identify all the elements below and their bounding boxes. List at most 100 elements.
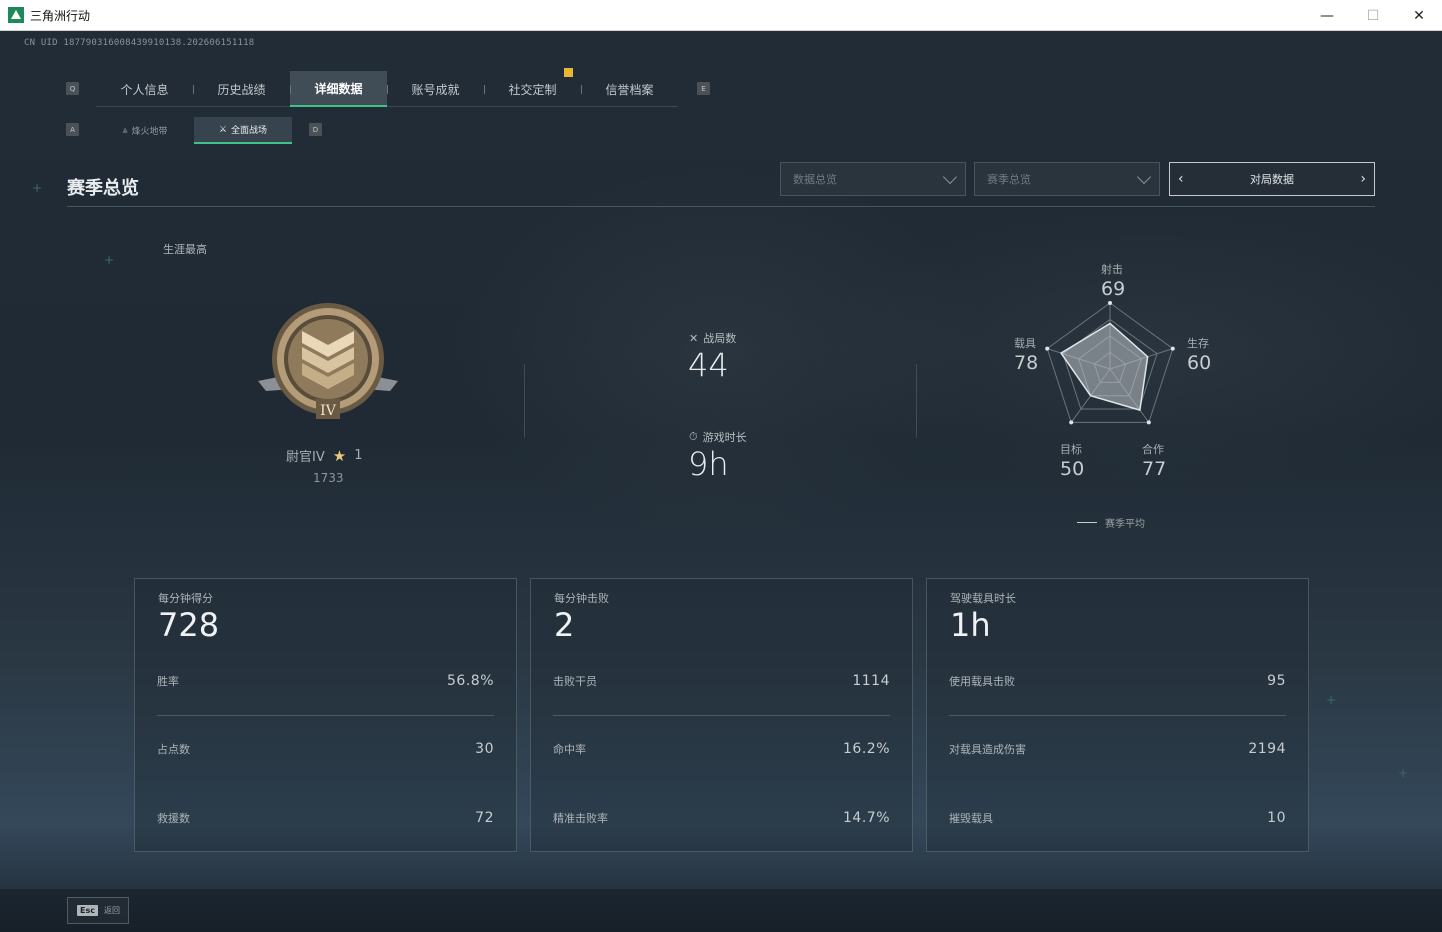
radar-vertex-dot [1045, 346, 1050, 351]
dropdown-value: 赛季总览 [987, 173, 1031, 186]
back-button[interactable]: Esc 返回 [67, 897, 129, 924]
stat-label: 精准击败率 [553, 812, 608, 825]
tab-social-custom-label: 社交定制 [508, 82, 557, 97]
playtime-value: 9h [688, 445, 729, 483]
star-icon: ★ [332, 446, 347, 465]
mode-subtabs: ⩓ 烽火地带 ⚔ 全面战场 [96, 117, 292, 144]
radar-value-cooperation: 77 [1142, 458, 1167, 480]
panel-title: 驾驶载具时长 [950, 592, 1016, 605]
radar-chart [1045, 301, 1175, 425]
minimize-button[interactable]: — [1304, 0, 1350, 31]
radar-label-objective: 目标 [1060, 443, 1082, 456]
tab-credit-record[interactable]: 信誉档案 [581, 71, 678, 107]
stat-value: 56.8% [447, 673, 494, 689]
rank-title: 尉官IV ★ 1 [286, 446, 363, 466]
row-divider [157, 715, 494, 716]
badge-numeral: IV [320, 403, 337, 419]
window-title: 三角洲行动 [30, 8, 91, 23]
close-button[interactable]: ✕ [1396, 0, 1442, 31]
rank-name: 尉官IV [286, 450, 325, 465]
stat-value: 72 [475, 810, 494, 826]
matches-label: 战局数 [703, 332, 737, 345]
stat-label: 击败干员 [553, 675, 597, 688]
decor-plus-icon: + [104, 253, 115, 267]
radar-value-shooting: 69 [1101, 278, 1126, 300]
back-label: 返回 [103, 906, 120, 915]
tab-match-history[interactable]: 历史战绩 [193, 71, 290, 107]
stat-row: 占点数 30 [157, 739, 494, 759]
stat-row: 对载具造成伤害 2194 [949, 739, 1286, 759]
stat-row: 救援数 72 [157, 808, 494, 828]
stat-value: 16.2% [843, 741, 890, 757]
chevron-down-icon [942, 169, 958, 185]
legend-label: 赛季平均 [1105, 519, 1145, 530]
radar-label-survival: 生存 [1187, 337, 1209, 350]
vertical-divider [524, 364, 525, 438]
subtab-label: 烽火地带 [131, 127, 168, 137]
row-divider [949, 715, 1286, 716]
key-hint-q: Q [66, 82, 79, 95]
radar-vertex-dot [1146, 420, 1151, 425]
radar-vertex-dot [1170, 346, 1175, 351]
key-hint-a: A [66, 123, 79, 136]
stat-row: 使用载具击败 95 [949, 671, 1286, 691]
stat-value: 30 [475, 741, 494, 757]
crossed-swords-icon: ✕ [689, 331, 699, 345]
radar-label-shooting: 射击 [1101, 263, 1123, 276]
section-divider [67, 206, 1375, 207]
legend-line [1077, 521, 1097, 524]
panel-big-value: 1h [950, 606, 991, 644]
decor-plus-icon: + [32, 181, 43, 195]
career-highest-label: 生涯最高 [163, 243, 207, 256]
panel-big-value: 728 [158, 606, 220, 644]
data-overview-dropdown[interactable]: 数据总览 [780, 162, 966, 196]
rank-badge-icon: IV [258, 303, 398, 419]
subtab-flame-zone[interactable]: ⩓ 烽火地带 [96, 117, 194, 144]
playtime-label: 游戏时长 [702, 431, 747, 444]
subtab-full-battlefield[interactable]: ⚔ 全面战场 [194, 117, 292, 144]
stat-value: 10 [1267, 810, 1286, 826]
key-hint-e: E [697, 82, 710, 95]
panel-title: 每分钟击败 [554, 592, 609, 605]
panel-big-value: 2 [554, 606, 575, 644]
kills-panel: 每分钟击败 2 击败干员 1114 命中率 16.2% 精准击败率 14.7% [530, 578, 913, 852]
rank-stars: 1 [354, 448, 363, 463]
chevron-down-icon [1136, 169, 1152, 185]
stat-value: 14.7% [843, 810, 890, 826]
radar-label-cooperation: 合作 [1142, 443, 1164, 456]
season-overview-dropdown[interactable]: 赛季总览 [974, 162, 1160, 196]
chevron-left-icon[interactable]: ‹ [1178, 171, 1184, 187]
game-viewport: + + + + CN UID 187790316008439910138.202… [0, 31, 1442, 932]
tab-achievements[interactable]: 账号成就 [387, 71, 484, 107]
vertical-divider [916, 364, 917, 438]
tab-detailed-data[interactable]: 详细数据 [290, 71, 387, 107]
footer-bar [0, 889, 1442, 932]
maximize-button[interactable]: ☐ [1350, 0, 1396, 31]
radar-value-objective: 50 [1060, 458, 1085, 480]
chevron-right-icon[interactable]: › [1360, 171, 1366, 187]
stat-label: 命中率 [553, 743, 586, 756]
tab-personal-info[interactable]: 个人信息 [96, 71, 193, 107]
subtab-label: 全面战场 [231, 126, 268, 136]
window-titlebar: 三角洲行动 — ☐ ✕ [0, 0, 1442, 31]
stat-row: 命中率 16.2% [553, 739, 890, 759]
radar-label-vehicle: 载具 [1014, 337, 1036, 350]
match-data-pager: ‹ 对局数据 › [1169, 162, 1375, 196]
stat-row: 胜率 56.8% [157, 671, 494, 691]
app-logo-icon [8, 7, 24, 23]
tab-social-custom[interactable]: 社交定制 [484, 68, 581, 107]
stopwatch-icon: ⏱ [689, 430, 698, 443]
main-tabs: 个人信息 历史战绩 详细数据 账号成就 社交定制 信誉档案 [96, 68, 678, 107]
decor-plus-icon: + [1398, 766, 1409, 780]
panel-title: 每分钟得分 [158, 592, 213, 605]
radar-value-survival: 60 [1187, 352, 1212, 374]
stat-row: 击败干员 1114 [553, 671, 890, 691]
esc-key-hint: Esc [77, 905, 98, 916]
stat-label: 使用载具击败 [949, 675, 1015, 688]
flame-zone-icon: ⩓ [122, 125, 128, 136]
dropdown-value: 数据总览 [793, 173, 837, 186]
stat-value: 1114 [852, 673, 890, 689]
battlefield-icon: ⚔ [218, 124, 228, 135]
radar-player-shape [1059, 322, 1149, 412]
radar-legend: 赛季平均 [1077, 515, 1145, 530]
